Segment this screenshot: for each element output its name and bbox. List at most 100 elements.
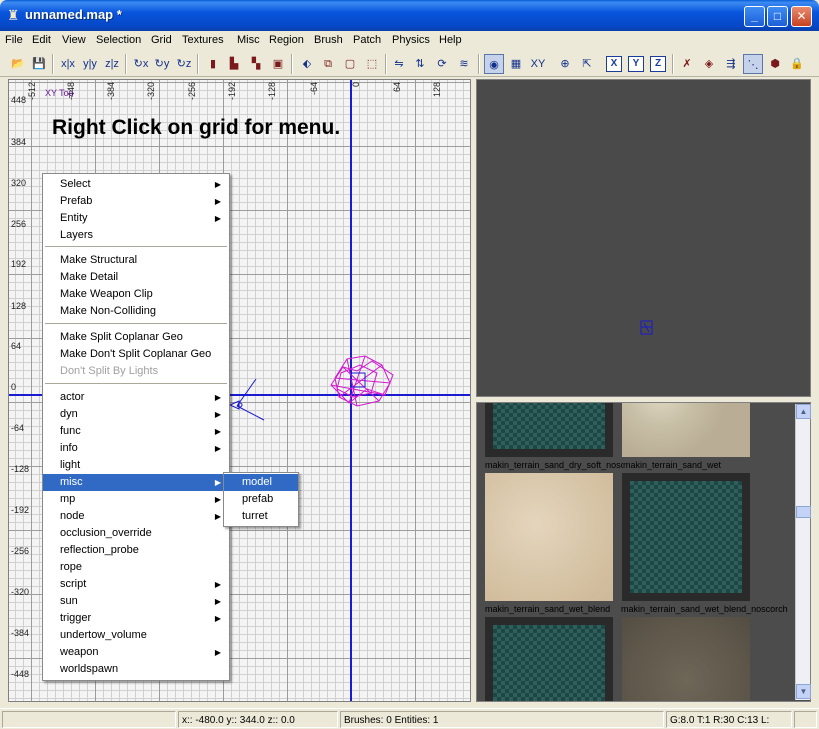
title-bar[interactable]: ♜ unnamed.map * _ □ ✕: [0, 0, 819, 31]
app-icon[interactable]: ♜: [5, 7, 21, 24]
texture-cycle-layer-icon[interactable]: ≋: [454, 54, 474, 74]
menu-item-make-dont-split-coplanar[interactable]: Make Don't Split Coplanar Geo: [43, 346, 229, 363]
x-tick: -64: [309, 82, 319, 96]
menu-item-trigger[interactable]: trigger ▶: [43, 610, 229, 627]
size-grip-icon[interactable]: [794, 711, 817, 728]
menu-item-info[interactable]: info ▶: [43, 440, 229, 457]
x-tick: 0: [351, 82, 361, 88]
vertex-edit-icon[interactable]: ⋱: [743, 54, 763, 74]
menu-item-occlusion-override[interactable]: occlusion_override: [43, 525, 229, 542]
texture-thumbnail[interactable]: [485, 617, 613, 701]
menu-misc[interactable]: Misc: [237, 34, 260, 46]
menu-item-rope[interactable]: rope: [43, 559, 229, 576]
menu-item-make-split-coplanar[interactable]: Make Split Coplanar Geo: [43, 329, 229, 346]
texture-scrollbar[interactable]: ▲ ▼: [795, 404, 811, 700]
menu-item-make-weapon-clip[interactable]: Make Weapon Clip: [43, 286, 229, 303]
menu-selection[interactable]: Selection: [96, 34, 141, 46]
delete-icon[interactable]: ✗: [677, 54, 697, 74]
menu-item-func[interactable]: func ▶: [43, 423, 229, 440]
menu-item-sun[interactable]: sun ▶: [43, 593, 229, 610]
clipper-icon[interactable]: ⬚: [362, 54, 382, 74]
axis-y-button[interactable]: Y: [628, 56, 644, 72]
texture-flip-y-icon[interactable]: ⇅: [410, 54, 430, 74]
texture-rotate-icon[interactable]: ⟳: [432, 54, 452, 74]
flip-y-icon[interactable]: y|y: [80, 54, 100, 74]
view-cycle-xy-icon[interactable]: XY: [528, 54, 548, 74]
camera-icon[interactable]: [227, 376, 267, 422]
menu-view[interactable]: View: [62, 34, 86, 46]
select-inside-icon[interactable]: ▣: [268, 54, 288, 74]
menu-grid[interactable]: Grid: [151, 34, 172, 46]
menu-item-dyn[interactable]: dyn ▶: [43, 406, 229, 423]
menu-item-actor[interactable]: actor ▶: [43, 389, 229, 406]
menu-physics[interactable]: Physics: [392, 34, 430, 46]
axis-x-button[interactable]: X: [606, 56, 622, 72]
menu-bar: File Edit View Selection Grid Textures M…: [0, 31, 819, 51]
minimize-button[interactable]: _: [744, 6, 765, 27]
menu-item-select[interactable]: Select ▶: [43, 176, 229, 193]
select-touching-icon[interactable]: ▙: [224, 54, 244, 74]
texture-thumbnail[interactable]: [622, 403, 750, 457]
maximize-button[interactable]: □: [767, 6, 788, 27]
select-partial-tall-icon[interactable]: ▚: [246, 54, 266, 74]
axis-z-button[interactable]: Z: [650, 56, 666, 72]
paint-icon[interactable]: ⬢: [765, 54, 785, 74]
menu-brush[interactable]: Brush: [314, 34, 343, 46]
menu-separator: [45, 383, 227, 385]
lock-view-icon[interactable]: ◉: [484, 54, 504, 74]
csg-subtract-icon[interactable]: ⬖: [297, 54, 317, 74]
texture-flip-x-icon[interactable]: ⇋: [389, 54, 409, 74]
scroll-up-icon[interactable]: ▲: [796, 404, 811, 419]
menu-file[interactable]: File: [5, 34, 23, 46]
rotate-z-icon[interactable]: ↻z: [174, 54, 194, 74]
menu-item-make-detail[interactable]: Make Detail: [43, 269, 229, 286]
close-button[interactable]: ✕: [791, 6, 812, 27]
csg-merge-icon[interactable]: ⧉: [318, 54, 338, 74]
menu-item-weapon[interactable]: weapon ▶: [43, 644, 229, 661]
texture-lock-icon[interactable]: ⇱: [577, 54, 597, 74]
menu-patch[interactable]: Patch: [353, 34, 381, 46]
submenu-item-prefab[interactable]: prefab: [224, 491, 298, 508]
flip-z-icon[interactable]: z|z: [102, 54, 122, 74]
menu-item-entity[interactable]: Entity ▶: [43, 210, 229, 227]
camera-view-icon[interactable]: ▦: [506, 54, 526, 74]
texture-thumbnail[interactable]: [622, 473, 750, 601]
submenu-item-model[interactable]: model: [224, 474, 298, 491]
menu-item-make-structural[interactable]: Make Structural: [43, 252, 229, 269]
menu-help[interactable]: Help: [439, 34, 462, 46]
make-hollow-icon[interactable]: ▢: [340, 54, 360, 74]
texture-thumbnail[interactable]: [622, 617, 750, 701]
menu-item-undertow-volume[interactable]: undertow_volume: [43, 627, 229, 644]
menu-item-misc[interactable]: misc ▶: [43, 474, 229, 491]
texture-fit-icon[interactable]: ◈: [699, 54, 719, 74]
move-icon[interactable]: ⇶: [721, 54, 741, 74]
scroll-down-icon[interactable]: ▼: [796, 684, 811, 699]
rotate-x-icon[interactable]: ↻x: [131, 54, 151, 74]
save-icon[interactable]: 💾: [29, 54, 49, 74]
select-complete-tall-icon[interactable]: ▮: [203, 54, 223, 74]
menu-item-make-non-colliding[interactable]: Make Non-Colliding: [43, 303, 229, 320]
menu-region[interactable]: Region: [269, 34, 304, 46]
menu-edit[interactable]: Edit: [32, 34, 51, 46]
texture-thumbnail[interactable]: [485, 403, 613, 457]
scroll-thumb[interactable]: [796, 506, 811, 518]
menu-item-light[interactable]: light: [43, 457, 229, 474]
menu-item-layers[interactable]: Layers: [43, 227, 229, 244]
camera-3d-view[interactable]: [476, 79, 811, 397]
rotate-y-icon[interactable]: ↻y: [152, 54, 172, 74]
lock-icon[interactable]: 🔒: [787, 54, 807, 74]
x-tick: -384: [106, 82, 116, 101]
texture-thumbnail[interactable]: [485, 473, 613, 601]
menu-item-node[interactable]: node ▶: [43, 508, 229, 525]
open-icon[interactable]: 📂: [8, 54, 28, 74]
menu-textures[interactable]: Textures: [182, 34, 224, 46]
submenu-item-turret[interactable]: turret: [224, 508, 298, 525]
menu-item-worldspawn[interactable]: worldspawn: [43, 661, 229, 678]
menu-item-reflection-probe[interactable]: reflection_probe: [43, 542, 229, 559]
menu-item-mp[interactable]: mp ▶: [43, 491, 229, 508]
menu-item-prefab[interactable]: Prefab ▶: [43, 193, 229, 210]
patch-mode-icon[interactable]: ⊕: [555, 54, 575, 74]
flip-x-icon[interactable]: x|x: [58, 54, 78, 74]
menu-item-script[interactable]: script ▶: [43, 576, 229, 593]
model-entity-icon[interactable]: [327, 353, 397, 409]
